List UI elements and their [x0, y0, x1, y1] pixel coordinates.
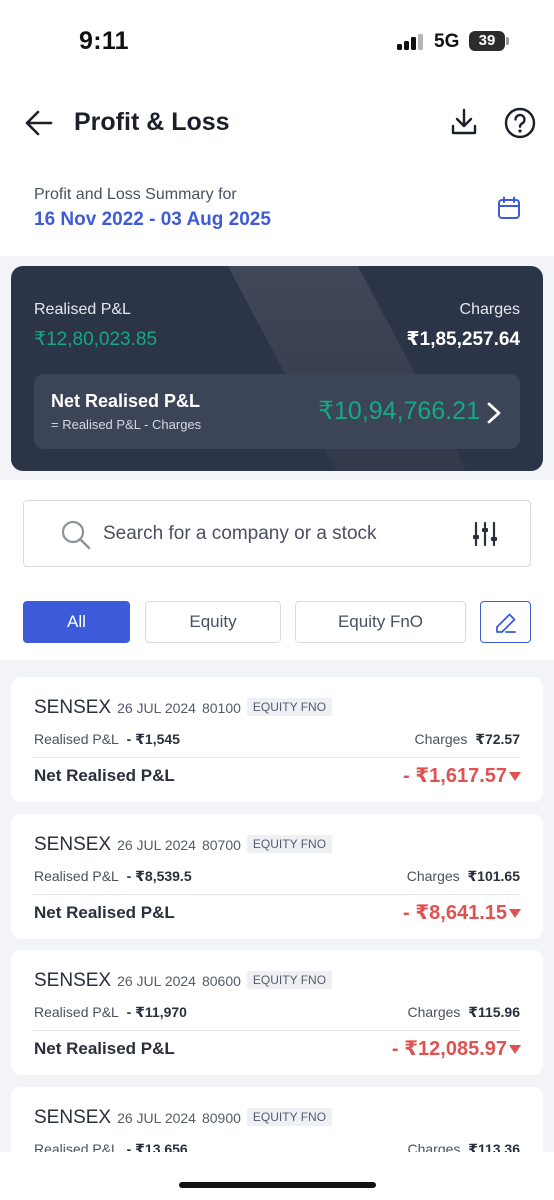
divider — [34, 757, 520, 758]
trade-strike: 80600 — [201, 973, 241, 989]
down-triangle-icon — [509, 772, 521, 781]
trade-charges-value: ₹115.96 — [468, 1004, 520, 1020]
realised-pnl-value: ₹12,80,023.85 — [34, 329, 158, 350]
trade-symbol: SENSEX — [34, 970, 112, 991]
trade-net-value: - ₹8,641.15 — [403, 902, 507, 924]
segment-badge: EQUITY FNO — [246, 1108, 333, 1126]
net-realised-pnl-value: ₹10,94,766.21 — [318, 397, 480, 425]
trade-charges-label: Charges — [407, 1004, 461, 1020]
arrow-left-icon[interactable] — [24, 108, 54, 138]
trade-charges-value: ₹101.65 — [467, 868, 520, 884]
segment-badge: EQUITY FNO — [246, 698, 333, 716]
trade-list: SENSEX 26 JUL 2024 80100 EQUITY FNO Realise… — [0, 660, 554, 1152]
trade-realised-value: - ₹1,545 — [126, 731, 180, 747]
trade-expiry: 26 JUL 2024 — [117, 973, 196, 989]
trade-charges-row: Charges ₹101.65 — [407, 868, 520, 885]
trade-strike: 80700 — [201, 837, 241, 853]
trade-card[interactable]: SENSEX 26 JUL 2024 80700 EQUITY FNO Realise… — [11, 814, 543, 939]
date-range[interactable]: 16 Nov 2022 - 03 Aug 2025 — [34, 209, 271, 231]
trade-charges-label: Charges — [407, 1141, 461, 1152]
divider — [34, 894, 520, 895]
segment-badge: EQUITY FNO — [246, 835, 333, 853]
trade-charges-row: Charges ₹72.57 — [415, 731, 520, 748]
trade-expiry: 26 JUL 2024 — [117, 700, 196, 716]
home-indicator[interactable] — [179, 1182, 376, 1188]
realised-pnl-label: Realised P&L — [34, 301, 131, 318]
bottom-bar — [0, 1152, 554, 1200]
download-icon[interactable] — [449, 107, 479, 137]
trade-net-label: Net Realised P&L — [34, 1039, 175, 1058]
trade-realised-value: - ₹11,970 — [126, 1004, 187, 1020]
trade-strike: 80100 — [201, 700, 241, 716]
trade-realised-row: Realised P&L - ₹13,656 — [34, 1141, 188, 1152]
filter-sliders-icon[interactable] — [472, 521, 498, 547]
trade-realised-value: - ₹13,656 — [126, 1141, 188, 1152]
page-title: Profit & Loss — [74, 108, 230, 136]
trade-net-value: - ₹12,085.97 — [391, 1038, 507, 1060]
trade-symbol: SENSEX — [34, 834, 112, 855]
calendar-icon[interactable] — [497, 196, 521, 220]
trade-expiry: 26 JUL 2024 — [117, 837, 196, 853]
tab-equity-fno[interactable]: Equity FnO — [295, 601, 466, 643]
trade-card[interactable]: SENSEX 26 JUL 2024 80900 EQUITY FNO Realise… — [11, 1087, 543, 1152]
trade-strike: 80900 — [201, 1110, 241, 1126]
trade-net-value: - ₹1,617.57 — [403, 765, 507, 787]
trade-realised-label: Realised P&L — [34, 731, 119, 747]
trade-symbol-row: SENSEX 26 JUL 2024 80100 EQUITY FNO — [34, 697, 333, 719]
app-header: Profit & Loss — [0, 84, 554, 164]
segment-badge: EQUITY FNO — [246, 971, 333, 989]
summary-label: Profit and Loss Summary for — [34, 186, 237, 203]
trade-charges-row: Charges ₹113.36 — [408, 1141, 521, 1152]
battery-icon: 39 — [469, 31, 505, 51]
tab-equity[interactable]: Equity — [145, 601, 281, 643]
network-type: 5G — [434, 31, 460, 52]
battery-tip — [506, 37, 509, 45]
trade-realised-row: Realised P&L - ₹1,545 — [34, 731, 180, 748]
trade-realised-value: - ₹8,539.5 — [126, 868, 192, 884]
pnl-summary-card: Realised P&L ₹12,80,023.85 Charges ₹1,85… — [11, 266, 543, 471]
pencil-icon — [496, 613, 516, 633]
search-box — [23, 500, 531, 567]
net-realised-pnl-row[interactable]: Net Realised P&L = Realised P&L - Charge… — [34, 374, 520, 449]
down-triangle-icon — [509, 909, 521, 918]
trade-charges-value: ₹72.57 — [475, 731, 520, 747]
signal-icon — [397, 34, 425, 50]
trade-realised-label: Realised P&L — [34, 868, 119, 884]
charges-label: Charges — [459, 301, 520, 318]
trade-symbol-row: SENSEX 26 JUL 2024 80600 EQUITY FNO — [34, 970, 333, 992]
trade-card[interactable]: SENSEX 26 JUL 2024 80600 EQUITY FNO Realise… — [11, 950, 543, 1075]
pnl-summary-header: Profit and Loss Summary for 16 Nov 2022 … — [0, 170, 554, 256]
trade-net-label: Net Realised P&L — [34, 903, 175, 922]
question-circle-icon[interactable] — [504, 107, 536, 139]
trade-realised-row: Realised P&L - ₹11,970 — [34, 1004, 187, 1021]
trade-symbol-row: SENSEX 26 JUL 2024 80900 EQUITY FNO — [34, 1107, 333, 1129]
trade-symbol: SENSEX — [34, 697, 112, 718]
trade-realised-row: Realised P&L - ₹8,539.5 — [34, 868, 192, 885]
net-realised-pnl-label: Net Realised P&L — [51, 391, 201, 411]
edit-button[interactable] — [480, 601, 531, 643]
status-time: 9:11 — [79, 27, 129, 55]
trade-charges-label: Charges — [406, 868, 460, 884]
trade-symbol: SENSEX — [34, 1107, 112, 1128]
tab-all[interactable]: All — [23, 601, 130, 643]
trade-card[interactable]: SENSEX 26 JUL 2024 80100 EQUITY FNO Realise… — [11, 677, 543, 802]
trade-realised-label: Realised P&L — [34, 1004, 119, 1020]
trade-realised-label: Realised P&L — [34, 1141, 119, 1152]
search-icon — [61, 520, 91, 550]
trade-expiry: 26 JUL 2024 — [117, 1110, 196, 1126]
charges-value: ₹1,85,257.64 — [406, 329, 520, 350]
trade-charges-row: Charges ₹115.96 — [408, 1004, 521, 1021]
divider — [34, 1030, 520, 1031]
status-bar: 9:11 5G 39 — [0, 0, 554, 84]
down-triangle-icon — [509, 1045, 521, 1054]
net-realised-formula: = Realised P&L - Charges — [51, 417, 202, 432]
trade-net-label: Net Realised P&L — [34, 766, 175, 785]
trade-symbol-row: SENSEX 26 JUL 2024 80700 EQUITY FNO — [34, 834, 333, 856]
trade-charges-value: ₹113.36 — [468, 1141, 520, 1152]
search-input[interactable] — [103, 520, 443, 548]
trade-charges-label: Charges — [414, 731, 468, 747]
chevron-right-icon — [487, 402, 501, 424]
